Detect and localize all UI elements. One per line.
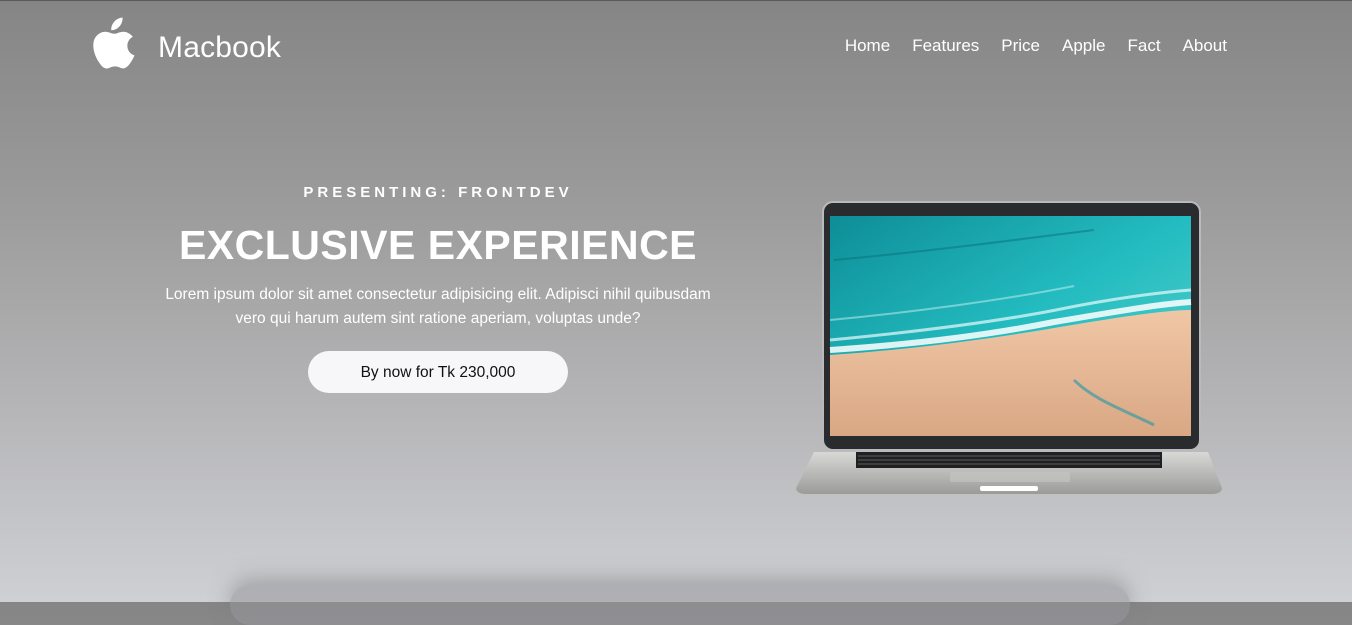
nav-item-apple[interactable]: Apple [1062,36,1105,56]
nav-item-price[interactable]: Price [1001,36,1040,56]
nav-item-features[interactable]: Features [912,36,979,56]
navbar: Macbook Home Features Price Apple Fact A… [0,0,1352,100]
buy-now-button[interactable]: By now for Tk 230,000 [308,351,568,393]
nav-item-home[interactable]: Home [845,36,890,56]
hero-headline: EXCLUSIVE EXPERIENCE [178,222,698,268]
hero-eyebrow: PRESENTING: FRONTDEV [303,184,573,201]
apple-logo-icon [93,17,135,69]
bottom-section-edge [230,585,1130,625]
nav-item-about[interactable]: About [1183,36,1227,56]
brand-name: Macbook [158,31,282,64]
hero-description: Lorem ipsum dolor sit amet consectetur a… [165,286,711,327]
laptop-image [796,201,1222,494]
hero-section: PRESENTING: FRONTDEV EXCLUSIVE EXPERIENC… [140,180,736,393]
brand[interactable]: Macbook [92,16,281,72]
main-menu: Home Features Price Apple Fact About [845,36,1227,56]
nav-item-fact[interactable]: Fact [1128,36,1161,56]
